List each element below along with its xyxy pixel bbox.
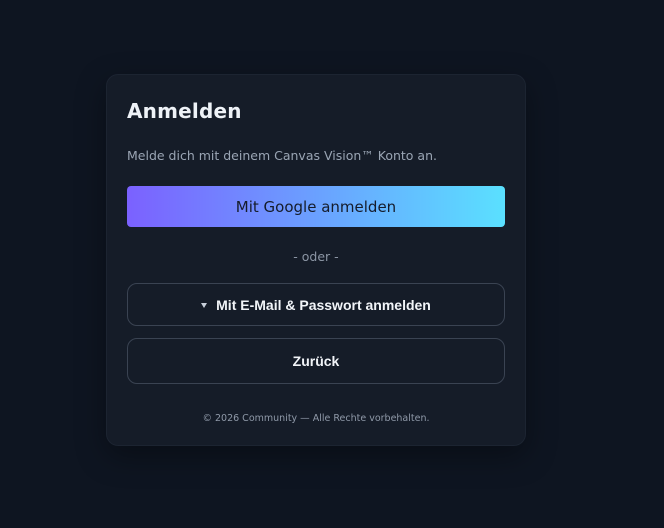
login-card: Anmelden Melde dich mit deinem Canvas Vi… (106, 74, 526, 446)
email-login-button[interactable]: Mit E-Mail & Passwort anmelden (127, 283, 505, 326)
page-title: Anmelden (127, 99, 242, 123)
back-button-label: Zurück (292, 353, 340, 369)
back-button[interactable]: Zurück (127, 338, 505, 384)
email-login-button-label: Mit E-Mail & Passwort anmelden (216, 296, 431, 313)
copyright-footer: © 2026 Community — Alle Rechte vorbehalt… (202, 413, 430, 424)
google-login-button-label: Mit Google anmelden (235, 197, 397, 216)
caret-down-icon (201, 302, 208, 308)
login-subtitle: Melde dich mit deinem Canvas Vision™ Kon… (127, 148, 437, 163)
google-login-button[interactable]: Mit Google anmelden (127, 186, 505, 227)
or-divider: - oder - (293, 249, 339, 264)
